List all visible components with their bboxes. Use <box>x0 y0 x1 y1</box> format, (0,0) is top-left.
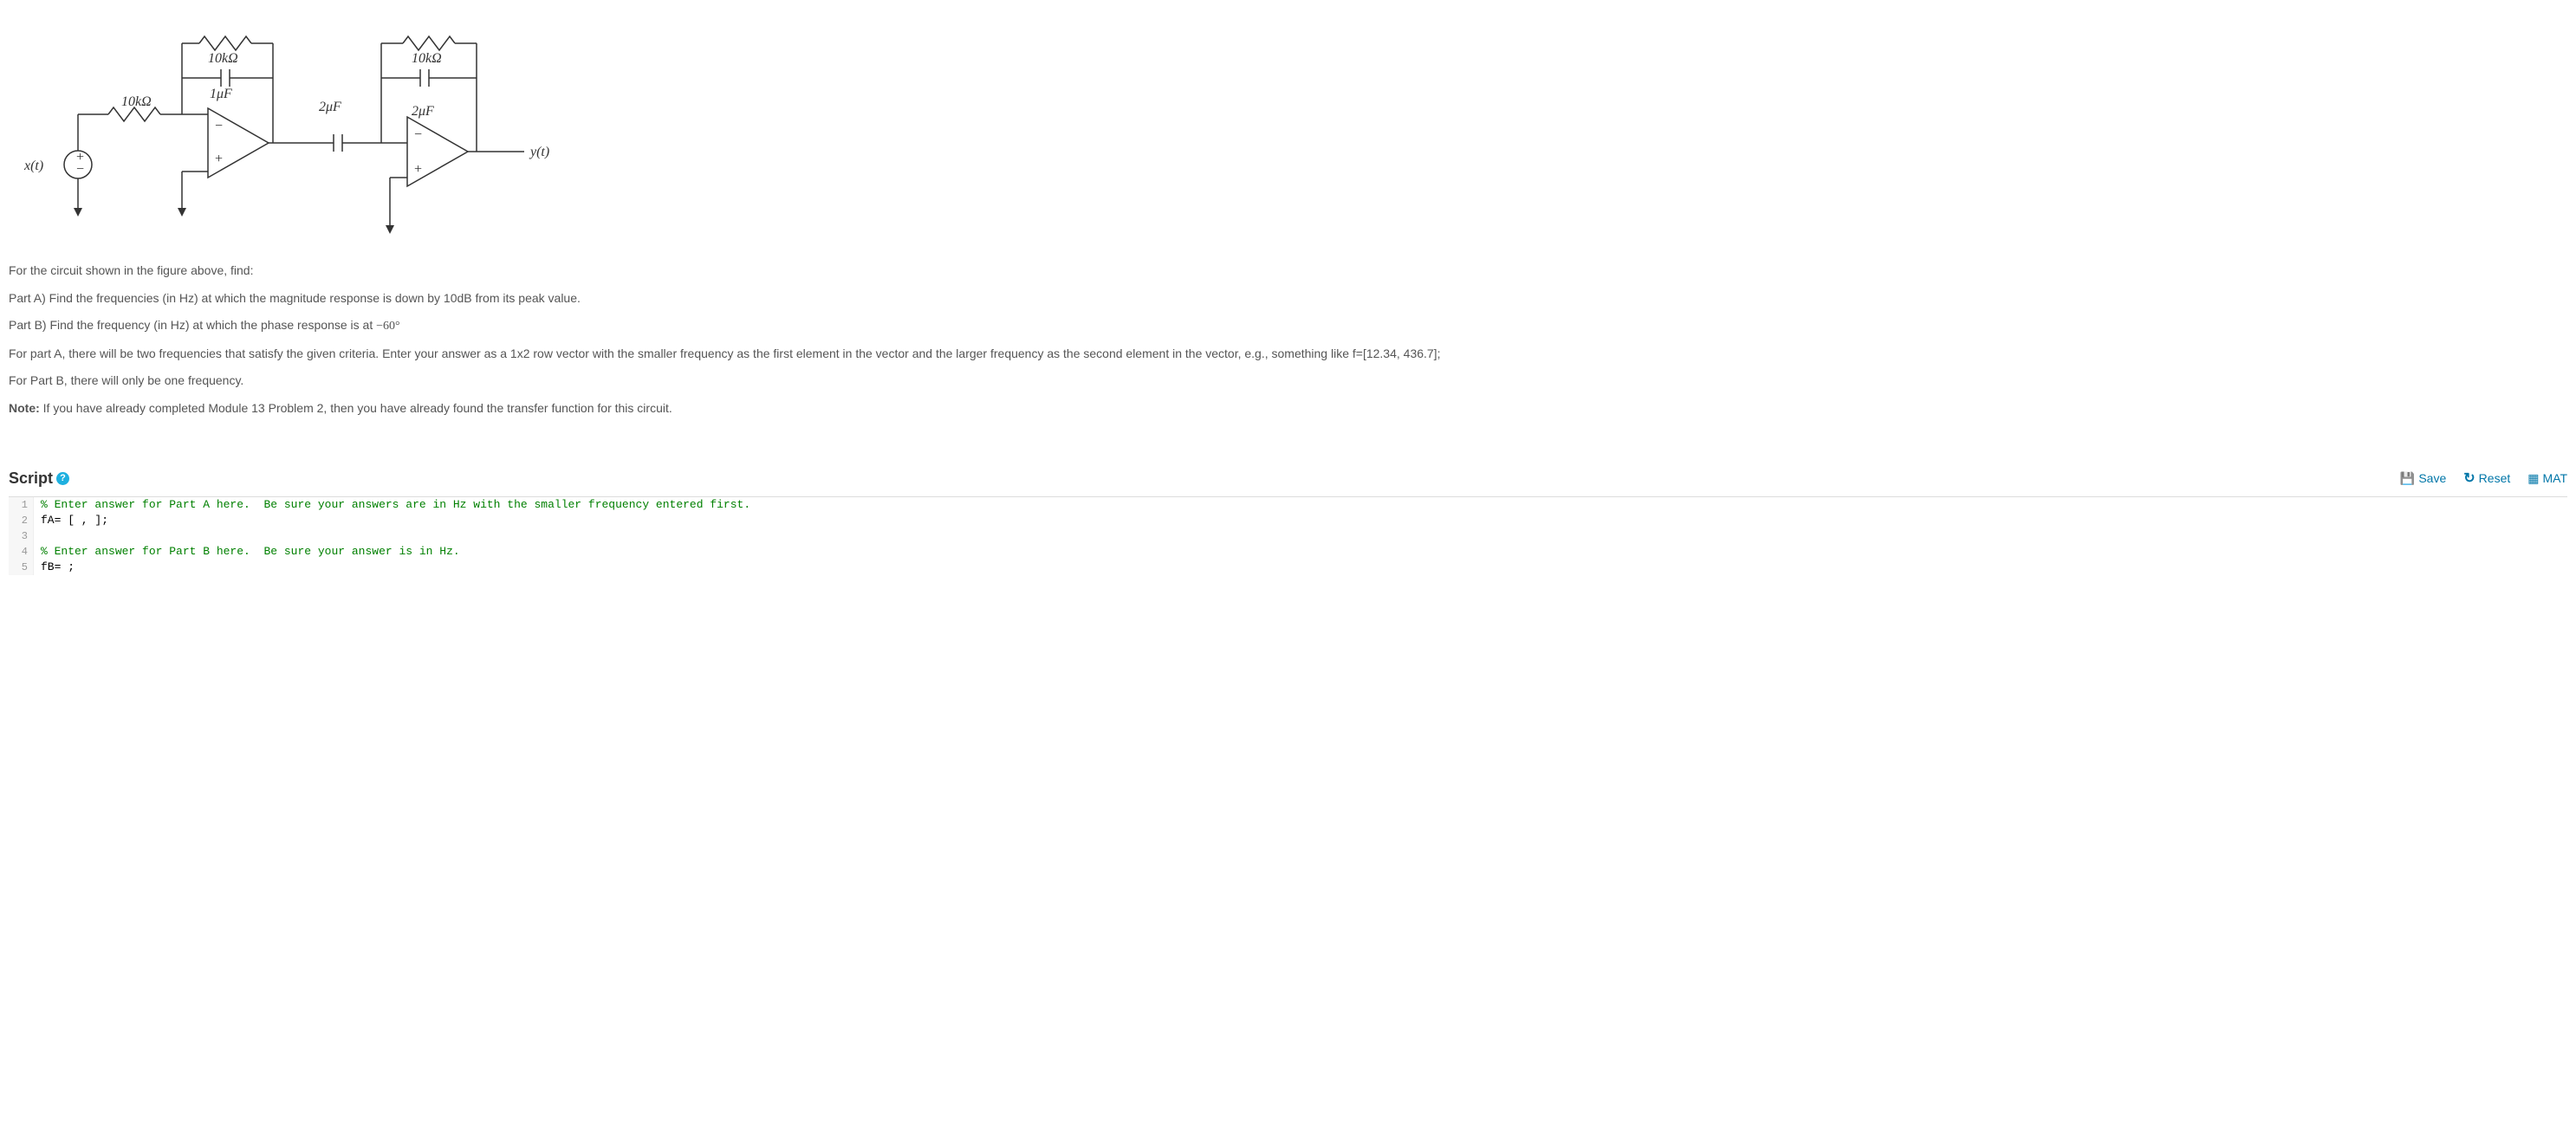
code-content[interactable]: fA= [ , ]; <box>34 513 108 528</box>
save-icon <box>2400 471 2415 486</box>
code-line: 1 % Enter answer for Part A here. Be sur… <box>9 497 2567 513</box>
code-content[interactable] <box>34 528 41 544</box>
circuit-svg: + − − + <box>9 9 563 234</box>
code-line: 5 fB= ; <box>9 560 2567 575</box>
r-in-label: 10kΩ <box>121 94 152 109</box>
help-icon[interactable]: ? <box>56 472 69 485</box>
svg-text:+: + <box>215 152 223 166</box>
circuit-diagram: + − − + <box>9 9 2567 236</box>
reset-label: Reset <box>2479 471 2511 485</box>
note-line: Note: If you have already completed Modu… <box>9 400 2567 418</box>
r-fb1-label: 10kΩ <box>208 51 238 66</box>
c-fb1-label: 1μF <box>210 87 232 101</box>
svg-text:−: − <box>414 127 422 142</box>
problem-text: For the circuit shown in the figure abov… <box>9 262 2567 418</box>
mat-button[interactable]: MAT <box>2527 471 2567 486</box>
c-series-label: 2μF <box>319 100 341 114</box>
line-number: 1 <box>9 497 34 513</box>
line-number: 2 <box>9 513 34 528</box>
reset-button[interactable]: Reset <box>2463 469 2510 487</box>
script-header: Script ? Save Reset MAT <box>9 469 2567 488</box>
code-editor[interactable]: 1 % Enter answer for Part A here. Be sur… <box>9 496 2567 575</box>
script-actions: Save Reset MAT <box>2400 469 2567 487</box>
save-label: Save <box>2418 471 2446 485</box>
output-label: y(t) <box>529 145 549 159</box>
code-content[interactable]: % Enter answer for Part A here. Be sure … <box>34 497 750 513</box>
code-content[interactable]: % Enter answer for Part B here. Be sure … <box>34 544 460 560</box>
code-content[interactable]: fB= ; <box>34 560 75 575</box>
code-line: 4 % Enter answer for Part B here. Be sur… <box>9 544 2567 560</box>
mat-icon <box>2527 471 2539 486</box>
save-button[interactable]: Save <box>2400 471 2446 486</box>
svg-text:+: + <box>414 162 422 177</box>
line-number: 3 <box>9 528 34 544</box>
instr-b-line: For Part B, there will only be one frequ… <box>9 372 2567 390</box>
part-b-line: Part B) Find the frequency (in Hz) at wh… <box>9 317 2567 335</box>
part-b-pre: Part B) Find the frequency (in Hz) at wh… <box>9 318 376 332</box>
c-fb2-label: 2μF <box>412 104 434 119</box>
svg-text:−: − <box>215 119 223 133</box>
script-title: Script <box>9 469 53 488</box>
part-a-line: Part A) Find the frequencies (in Hz) at … <box>9 290 2567 308</box>
instr-a-line: For part A, there will be two frequencie… <box>9 346 2567 363</box>
svg-text:−: − <box>76 162 84 177</box>
note-label: Note: <box>9 401 40 415</box>
intro-line: For the circuit shown in the figure abov… <box>9 262 2567 280</box>
part-b-val: −60° <box>376 320 400 333</box>
reset-icon <box>2463 469 2475 487</box>
mat-label: MAT <box>2542 471 2567 485</box>
code-line: 2 fA= [ , ]; <box>9 513 2567 528</box>
line-number: 4 <box>9 544 34 560</box>
code-line: 3 <box>9 528 2567 544</box>
note-text: If you have already completed Module 13 … <box>40 401 672 415</box>
line-number: 5 <box>9 560 34 575</box>
r-fb2-label: 10kΩ <box>412 51 442 66</box>
source-label: x(t) <box>23 159 43 173</box>
